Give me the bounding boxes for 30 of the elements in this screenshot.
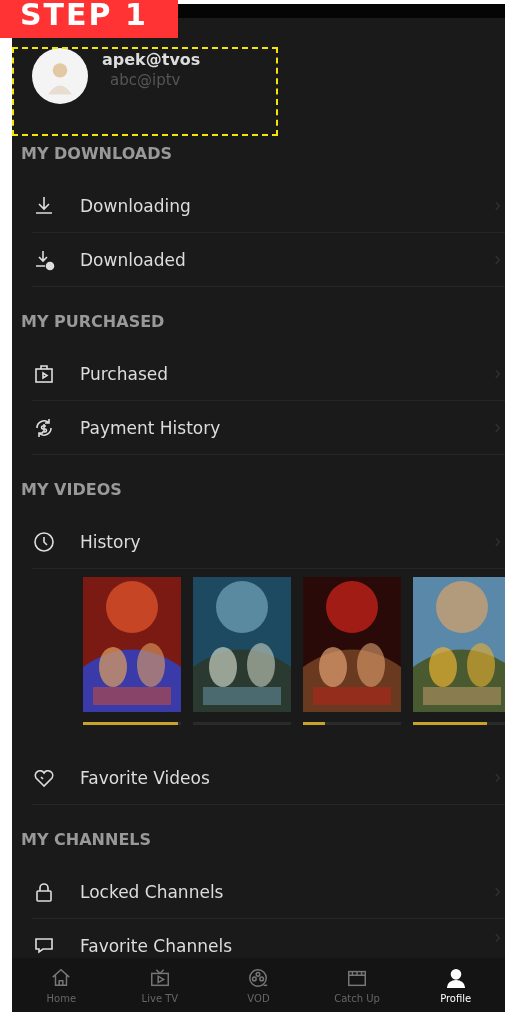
avatar[interactable] <box>32 48 88 104</box>
menu-label: Favorite Videos <box>80 767 211 789</box>
menu-label: Payment History <box>80 417 222 439</box>
menu-label: Downloading <box>80 195 192 217</box>
person-icon <box>444 966 467 989</box>
profile-name: apek@tvos <box>102 50 201 70</box>
menu-label: Downloaded <box>80 249 187 271</box>
menu-item[interactable]: Downloading <box>12 179 505 233</box>
menu-item[interactable]: Favorite Channels <box>12 919 505 957</box>
step-label: STEP 1 <box>0 0 178 38</box>
film-reel-icon <box>247 966 270 989</box>
menu-item[interactable]: History <box>12 515 505 569</box>
section-title: MY DOWNLOADS <box>21 144 172 163</box>
section-title: MY PURCHASED <box>21 312 165 331</box>
menu-item[interactable]: Locked Channels <box>12 865 505 919</box>
nav-tab[interactable]: Profile <box>406 958 505 1012</box>
clock-icon <box>32 530 56 554</box>
section-title: MY CHANNELS <box>21 830 152 849</box>
menu-label: Purchased <box>80 363 169 385</box>
menu-label: Locked Channels <box>80 881 225 903</box>
menu-label: History <box>80 531 142 553</box>
menu-item[interactable]: Downloaded <box>12 233 505 287</box>
home-icon <box>50 966 73 989</box>
menu-label: Favorite Channels <box>80 935 233 957</box>
menu-item[interactable]: Purchased <box>12 347 505 401</box>
menu-item[interactable]: Favorite Videos <box>12 751 505 805</box>
section-title: MY VIDEOS <box>21 480 122 499</box>
account-name: abc@iptv <box>110 70 182 90</box>
shopping-bag-icon <box>32 362 56 386</box>
menu-item[interactable]: Payment History <box>12 401 505 455</box>
